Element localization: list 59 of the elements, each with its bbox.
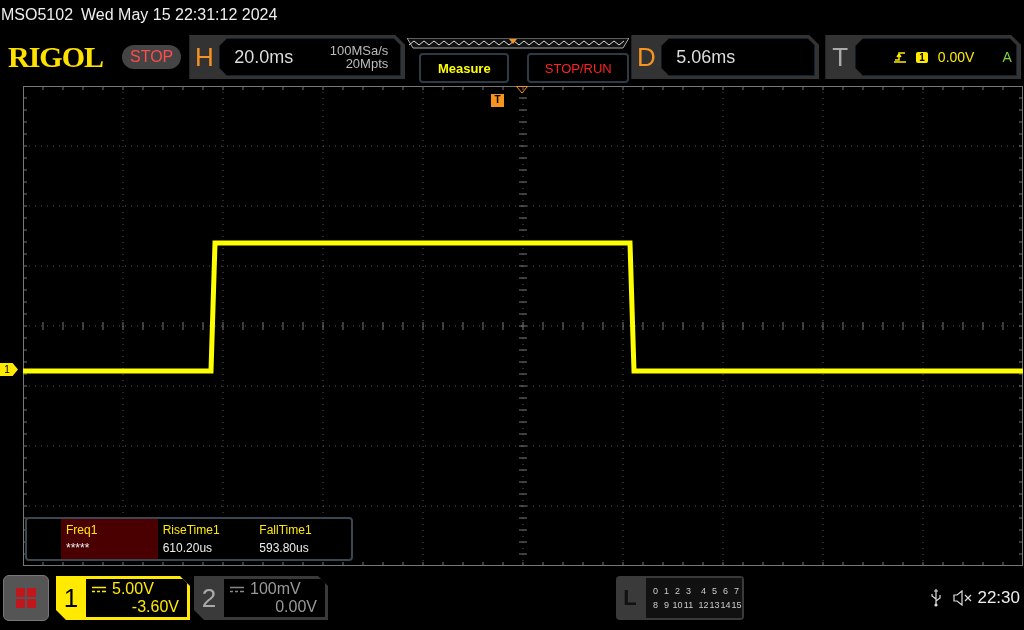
delay-label: D — [635, 41, 657, 73]
measure-button[interactable]: Measure — [419, 53, 510, 83]
measurement-value: 593.80us — [259, 541, 310, 555]
dc-coupling-icon — [230, 585, 244, 593]
trigger-position-marker: T — [491, 94, 504, 107]
trigger-panel[interactable]: T 1 0.00V A — [825, 35, 1022, 79]
horizontal-label: H — [193, 41, 215, 73]
date-time: Wed May 15 22:31:12 2024 — [81, 6, 278, 24]
digital-channel-number: 10 — [672, 600, 683, 610]
trigger-level: 0.00V — [937, 49, 975, 65]
channel-offset-marker[interactable]: 1 — [0, 363, 18, 376]
measurement-name: RiseTime1 — [162, 523, 221, 537]
trigger-label: T — [831, 41, 850, 73]
digital-channel-number: 8 — [652, 600, 659, 610]
trigger-source: 1 — [916, 51, 928, 63]
run-state-indicator: STOP — [122, 45, 182, 69]
horizontal-panel[interactable]: H 20.0ms 100MSa/s 20Mpts — [189, 35, 406, 79]
channel-number: 1 — [62, 582, 80, 615]
digital-channel-number: 14 — [720, 600, 731, 610]
digital-channel-number: 0 — [652, 586, 659, 596]
vertical-offset: 0.00V — [274, 598, 317, 616]
dc-coupling-icon — [92, 585, 106, 593]
speaker-muted-icon — [953, 590, 974, 606]
digital-channel-number: 9 — [663, 600, 670, 610]
digital-channel-number: 13 — [709, 600, 720, 610]
digital-channel-number: 1 — [663, 586, 670, 596]
memory-depth: 20Mpts — [345, 57, 389, 70]
sample-rate: 100MSa/s — [329, 44, 389, 57]
digital-channel-number: 4 — [700, 586, 707, 596]
digital-channel-number: 2 — [674, 586, 681, 596]
channel-number: 2 — [200, 582, 218, 615]
channel-panel[interactable]: 2 100mV 0.00V — [194, 576, 328, 620]
stop-run-button[interactable]: STOP/RUN — [527, 53, 630, 83]
brand-logo: RIGOL — [8, 40, 105, 74]
trigger-time-marker — [516, 86, 528, 94]
digital-channel-number: 15 — [731, 600, 742, 610]
digital-channel-number: 11 — [683, 600, 694, 610]
trigger-mode: A — [1002, 49, 1012, 65]
digital-channel-number: 3 — [685, 586, 692, 596]
vertical-offset: -3.60V — [130, 598, 179, 616]
channel-panel[interactable]: 1 5.00V -3.60V — [56, 576, 190, 620]
delay-panel[interactable]: D 5.06ms — [631, 35, 820, 79]
measurement-name: Freq1 — [66, 523, 99, 537]
menu-button[interactable] — [3, 575, 49, 621]
grid-icon — [16, 588, 36, 608]
vertical-scale: 100mV — [250, 580, 301, 598]
digital-channel-number: 12 — [698, 600, 709, 610]
digital-channel-number: 7 — [733, 586, 740, 596]
digital-channel-number: 6 — [722, 586, 729, 596]
delay-value: 5.06ms — [675, 46, 736, 68]
vertical-scale: 5.00V — [112, 580, 154, 598]
measurement-value: 610.20us — [162, 541, 214, 555]
clock-time: 22:30 — [977, 588, 1020, 608]
model-name: MSO5102 — [1, 6, 74, 24]
usb-icon — [931, 589, 942, 607]
timebase-value: 20.0ms — [233, 46, 294, 68]
digital-channel-number: 5 — [711, 586, 718, 596]
measurement-name: FallTime1 — [259, 523, 313, 537]
measurement-value: ***** — [66, 541, 91, 555]
